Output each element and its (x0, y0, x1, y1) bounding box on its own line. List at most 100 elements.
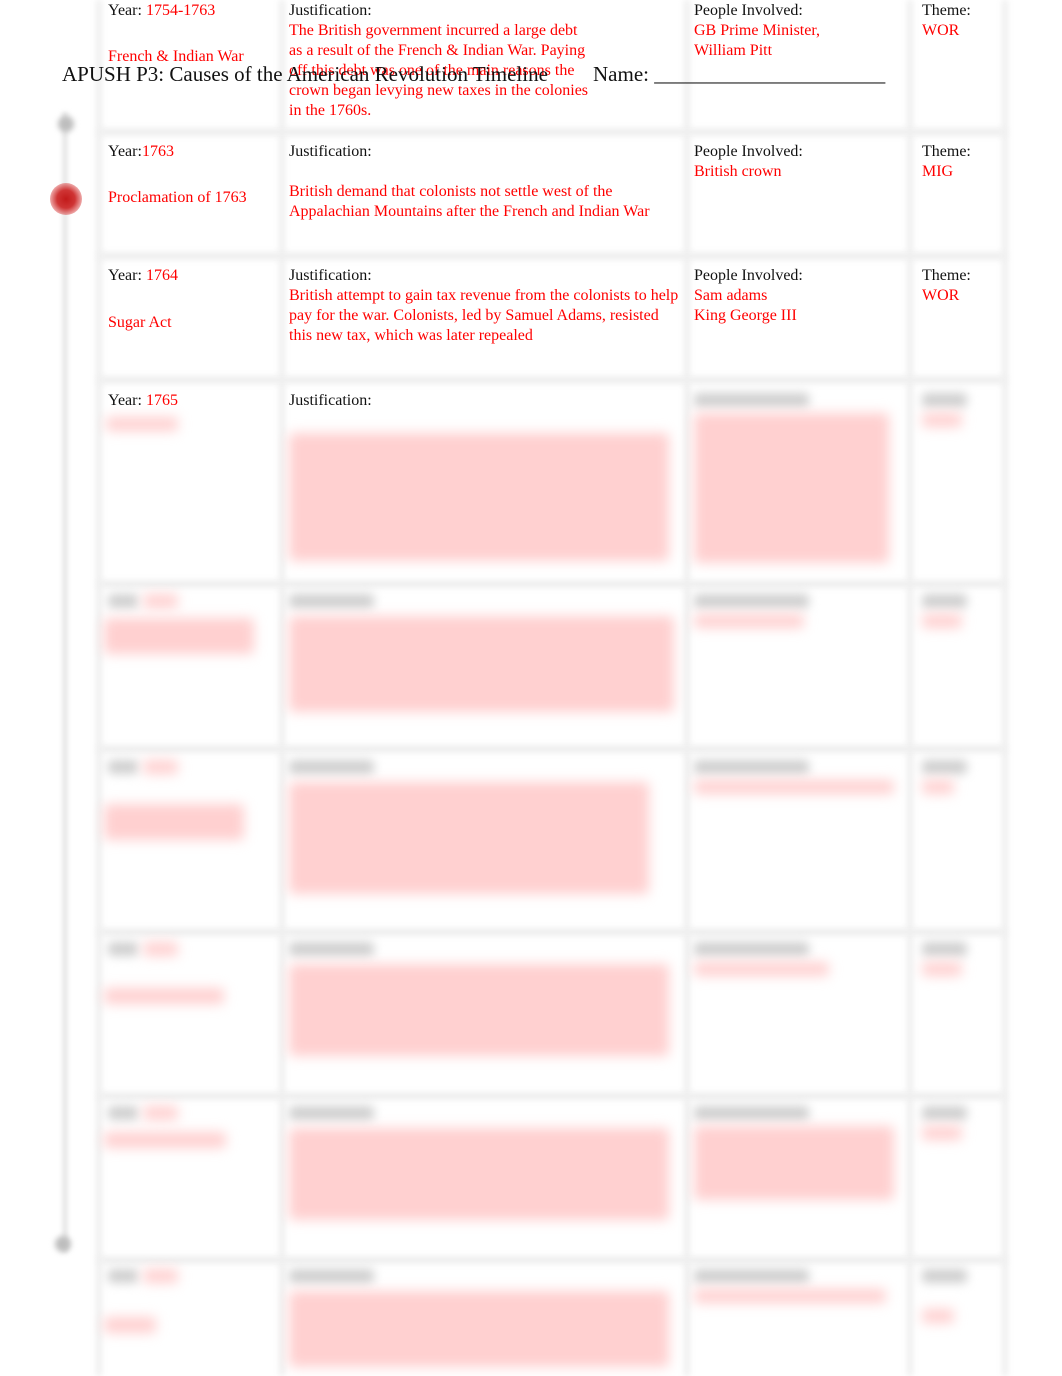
name-field[interactable]: Name: ______________________ (593, 62, 885, 86)
obscured-people (694, 413, 889, 563)
year-field: Year: 1765 (108, 391, 278, 411)
year-value: 1765 (145, 392, 178, 409)
theme-field: Theme: WOR (922, 266, 1002, 306)
row-separator (98, 1092, 1006, 1100)
year-label: Year: (108, 143, 142, 160)
obscured-justification-label (289, 594, 374, 608)
row-separator (98, 580, 1006, 588)
year-field: Year: 1754-1763 (108, 1, 278, 21)
obscured-entry (98, 1267, 1006, 1376)
obscured-year-label (108, 760, 138, 774)
obscured-year-label (108, 1269, 138, 1283)
obscured-entry (98, 592, 1006, 742)
theme-value: MIG (922, 163, 954, 180)
obscured-theme-label (922, 594, 967, 608)
people-label: People Involved: (694, 267, 803, 284)
timeline-line (62, 112, 68, 1252)
people-field: People Involved: British crown (694, 142, 904, 182)
justification-text: British attempt to gain tax revenue from… (289, 287, 679, 344)
obscured-year (143, 1269, 178, 1283)
year-value: 1754-1763 (145, 2, 216, 19)
year-value: 1764 (145, 267, 178, 284)
obscured-people-label (694, 942, 809, 956)
obscured-people (694, 780, 894, 794)
obscured-people-label (694, 393, 809, 407)
theme-value: WOR (922, 22, 960, 39)
theme-field: Theme: MIG (922, 142, 1002, 182)
obscured-justification (289, 964, 669, 1056)
obscured-theme (922, 1309, 954, 1323)
justification-label: Justification: (289, 143, 372, 160)
obscured-year (143, 760, 178, 774)
year-field: Year:1763 (108, 142, 278, 162)
timeline-end-cap (55, 1236, 71, 1252)
event-name: Sugar Act (108, 314, 172, 331)
people-label: People Involved: (694, 143, 803, 160)
year-field: Year: 1764 (108, 266, 278, 286)
obscured-theme-label (922, 393, 967, 407)
timeline-entry: Year:1763 Proclamation of 1763 Justifica… (98, 142, 1006, 252)
justification-field: Justification: British demand that colon… (289, 142, 684, 222)
theme-value: WOR (922, 287, 960, 304)
obscured-justification (289, 1291, 669, 1367)
theme-label: Theme: (922, 2, 971, 19)
obscured-event (104, 1132, 226, 1148)
obscured-justification-label (289, 942, 374, 956)
obscured-justification (289, 1128, 669, 1220)
justification-text: British demand that colonists not settle… (289, 183, 650, 220)
obscured-people-label (694, 1106, 809, 1120)
people-field: People Involved: Sam adams King George I… (694, 266, 904, 326)
obscured-year-label (108, 1106, 138, 1120)
obscured-theme-label (922, 942, 967, 956)
year-value: 1763 (141, 143, 174, 160)
justification-field: Justification: British attempt to gain t… (289, 266, 684, 346)
person: British crown (694, 163, 782, 180)
timeline-marker-dot (50, 183, 82, 215)
row-separator (98, 128, 1006, 136)
obscured-theme-label (922, 1106, 967, 1120)
person: Sam adams (694, 287, 768, 304)
obscured-justification-label (289, 760, 374, 774)
obscured-justification (289, 782, 649, 894)
obscured-theme (922, 413, 962, 427)
theme-field: Theme: WOR (922, 1, 1002, 41)
row-separator (98, 745, 1006, 753)
obscured-justification (289, 616, 674, 712)
justification-field: Justification: (289, 391, 684, 411)
obscured-justification-label (289, 1106, 374, 1120)
theme-label: Theme: (922, 267, 971, 284)
obscured-event (104, 618, 254, 654)
row-separator (98, 376, 1006, 384)
obscured-year (143, 942, 178, 956)
theme-label: Theme: (922, 143, 971, 160)
year-label: Year: (108, 2, 142, 19)
obscured-year-label (108, 942, 138, 956)
obscured-theme (922, 614, 962, 628)
obscured-people-label (694, 760, 809, 774)
justification-label: Justification: (289, 2, 372, 19)
obscured-people-label (694, 594, 809, 608)
obscured-entry (98, 940, 1006, 1090)
obscured-theme (922, 780, 954, 794)
person: William Pitt (694, 42, 773, 59)
obscured-event (106, 417, 178, 431)
obscured-event (104, 804, 244, 840)
obscured-event (104, 988, 224, 1004)
year-label: Year: (108, 392, 142, 409)
obscured-people (694, 962, 829, 976)
row-separator (98, 1256, 1006, 1264)
obscured-people (694, 614, 804, 628)
obscured-year-label (108, 594, 138, 608)
people-field: People Involved: GB Prime Minister, Will… (694, 1, 904, 61)
obscured-entry (98, 1104, 1006, 1254)
obscured-people-label (694, 1269, 809, 1283)
obscured-theme-label (922, 760, 967, 774)
obscured-event (104, 1317, 156, 1333)
obscured-theme-label (922, 1269, 967, 1283)
obscured-year (143, 1106, 178, 1120)
timeline-entry: Year: 1764 Sugar Act Justification: Brit… (98, 266, 1006, 376)
timeline-entry: Year: 1765 Justification: (98, 391, 1006, 581)
obscured-theme (922, 1126, 962, 1140)
obscured-justification (289, 433, 669, 561)
timeline-start-cap (58, 116, 74, 132)
